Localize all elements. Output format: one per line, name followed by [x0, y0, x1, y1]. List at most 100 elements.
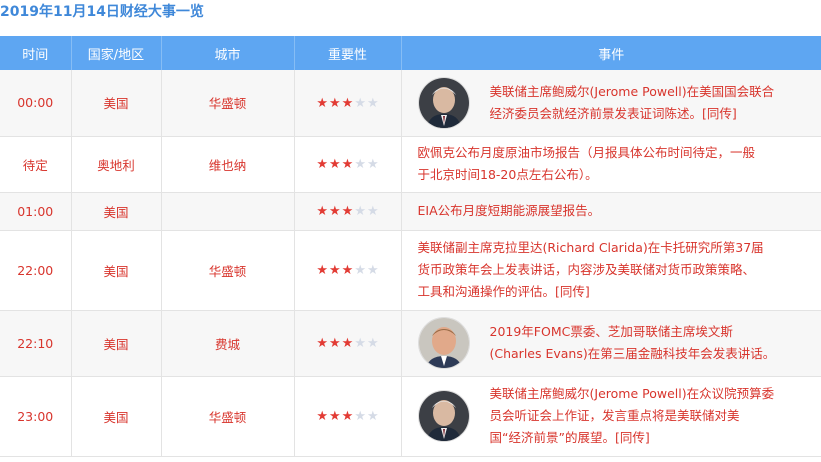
- star-empty-icon: ★: [366, 157, 379, 172]
- column-header-event: 事件: [401, 36, 821, 70]
- star-filled-icon: ★: [329, 263, 341, 278]
- importance-stars: ★ ★ ★ ★ ★: [316, 204, 378, 219]
- column-header-city: 城市: [161, 36, 295, 70]
- star-empty-icon: ★: [366, 336, 379, 351]
- cell-city: [161, 192, 295, 231]
- event-text-line: 2019年FOMC票委、芝加哥联储主席埃文斯: [489, 324, 733, 339]
- event-text: EIA公布月度短期能源展望报告。: [418, 200, 601, 222]
- page-title: 2019年11月14日财经大事一览: [0, 4, 204, 20]
- star-empty-icon: ★: [366, 95, 379, 111]
- events-table: 时间 国家/地区 城市 重要性 事件 00:00 美国 华盛顿 ★ ★ ★ ★ ★ 美联储主席鲍…: [0, 36, 821, 457]
- cell-event: 美联储副主席克拉里达(Richard Clarida)在卡托研究所第37届 货币政…: [401, 230, 821, 311]
- table-row: 22:00 美国 华盛顿 ★ ★ ★ ★ ★ 美联储副主席克拉里达(Richard Clarid…: [0, 230, 821, 311]
- event-text-line: (Charles Evans)在第三届金融科技年会发表讲话。: [489, 346, 776, 361]
- cell-time: 22:00: [0, 230, 72, 311]
- event-text: 美联储主席鲍威尔(Jerome Powell)在众议院预算委 员会听证会上作证，发…: [490, 383, 775, 449]
- powell-portrait-avatar: [417, 390, 470, 442]
- importance-stars: ★ ★ ★ ★ ★: [316, 96, 378, 111]
- star-empty-icon: ★: [354, 95, 366, 111]
- event-text-line: 货币政策年会上发表讲话，内容涉及美联储对货币政策策略、: [417, 262, 756, 277]
- star-empty-icon: ★: [354, 157, 366, 172]
- cell-time: 00:00: [0, 70, 72, 137]
- cell-importance: ★ ★ ★ ★ ★: [294, 136, 402, 193]
- event-content: 2019年FOMC票委、芝加哥联储主席埃文斯 (Charles Evans)在第三…: [402, 317, 821, 369]
- star-filled-icon: ★: [341, 95, 354, 111]
- star-filled-icon: ★: [316, 409, 329, 424]
- column-header-country: 国家/地区: [71, 36, 162, 70]
- event-text: 欧佩克公布月度原油市场报告（月报具体公布时间待定，一般 于北京时间18-20点左右…: [418, 142, 756, 186]
- table-row: 23:00 美国 华盛顿 ★ ★ ★ ★ ★ 美联储主席鲍威尔(Jerome Powell)在众…: [0, 376, 821, 457]
- event-text: 2019年FOMC票委、芝加哥联储主席埃文斯 (Charles Evans)在第三…: [490, 321, 776, 365]
- column-header-time: 时间: [0, 36, 72, 70]
- event-text: 美联储主席鲍威尔(Jerome Powell)在美国国会联合 经济委员会就经济前景…: [490, 81, 775, 125]
- star-filled-icon: ★: [329, 409, 341, 424]
- star-filled-icon: ★: [329, 204, 341, 219]
- column-header-importance: 重要性: [294, 36, 402, 70]
- cell-importance: ★ ★ ★ ★ ★: [294, 192, 402, 231]
- event-text-line: 美联储副主席克拉里达(Richard Clarida)在卡托研究所第37届: [417, 240, 764, 255]
- table-header-row: 时间 国家/地区 城市 重要性 事件: [0, 36, 821, 70]
- star-empty-icon: ★: [366, 204, 379, 219]
- event-text-line: 工具和沟通操作的评估。[同传]: [417, 284, 590, 299]
- event-content: EIA公布月度短期能源展望报告。: [402, 200, 821, 222]
- event-text-line: 员会听证会上作证，发言重点将是美联储对美: [489, 408, 740, 423]
- star-filled-icon: ★: [316, 95, 329, 111]
- event-text-line: 美联储主席鲍威尔(Jerome Powell)在美国国会联合: [489, 83, 775, 99]
- cell-country: 美国: [71, 310, 162, 377]
- star-empty-icon: ★: [366, 263, 379, 278]
- cell-city: 费城: [161, 310, 295, 377]
- event-text-line: 经济委员会就经济前景发表证词陈述。[同传]: [489, 105, 737, 121]
- evans-portrait-avatar: [417, 317, 470, 369]
- cell-country: 美国: [71, 70, 162, 137]
- star-filled-icon: ★: [316, 263, 329, 278]
- cell-time: 待定: [0, 136, 72, 193]
- event-text: 美联储副主席克拉里达(Richard Clarida)在卡托研究所第37届 货币政…: [418, 237, 764, 303]
- importance-stars: ★ ★ ★ ★ ★: [316, 336, 378, 351]
- cell-event: EIA公布月度短期能源展望报告。: [401, 192, 821, 231]
- table-row: 00:00 美国 华盛顿 ★ ★ ★ ★ ★ 美联储主席鲍威尔(Jerome Powell)在美…: [0, 70, 821, 137]
- event-content: 欧佩克公布月度原油市场报告（月报具体公布时间待定，一般 于北京时间18-20点左右…: [402, 142, 821, 186]
- star-empty-icon: ★: [354, 409, 366, 424]
- cell-event: 美联储主席鲍威尔(Jerome Powell)在美国国会联合 经济委员会就经济前景…: [401, 70, 821, 137]
- table-row: 待定 奥地利 维也纳 ★ ★ ★ ★ ★ 欧佩克公布月度原油市场报告（月报具体公布时间待定，一般…: [0, 136, 821, 193]
- cell-importance: ★ ★ ★ ★ ★: [294, 70, 402, 137]
- cell-time: 22:10: [0, 310, 72, 377]
- table-row: 01:00 美国 ★ ★ ★ ★ ★ EIA公布月度短期能源展望报告。: [0, 192, 821, 231]
- cell-importance: ★ ★ ★ ★ ★: [294, 310, 402, 377]
- cell-city: 华盛顿: [161, 376, 295, 457]
- star-empty-icon: ★: [354, 336, 366, 351]
- star-filled-icon: ★: [316, 336, 329, 351]
- importance-stars: ★ ★ ★ ★ ★: [316, 409, 378, 424]
- cell-city: 华盛顿: [161, 70, 295, 137]
- cell-time: 23:00: [0, 376, 72, 457]
- cell-city: 维也纳: [161, 136, 295, 193]
- star-filled-icon: ★: [316, 204, 329, 219]
- event-content: 美联储主席鲍威尔(Jerome Powell)在美国国会联合 经济委员会就经济前景…: [402, 76, 821, 129]
- event-text-line: 于北京时间18-20点左右公布）。: [417, 167, 598, 182]
- star-filled-icon: ★: [341, 263, 354, 278]
- star-filled-icon: ★: [341, 409, 354, 424]
- star-empty-icon: ★: [366, 409, 379, 424]
- star-filled-icon: ★: [329, 95, 341, 111]
- star-filled-icon: ★: [329, 336, 341, 351]
- page: 2019年11月14日财经大事一览 时间 国家/地区 城市 重要性 事件 00:…: [0, 0, 821, 462]
- event-text-line: 欧佩克公布月度原油市场报告（月报具体公布时间待定，一般: [417, 145, 756, 160]
- cell-importance: ★ ★ ★ ★ ★: [294, 376, 402, 457]
- cell-event: 美联储主席鲍威尔(Jerome Powell)在众议院预算委 员会听证会上作证，发…: [401, 376, 821, 457]
- cell-event: 欧佩克公布月度原油市场报告（月报具体公布时间待定，一般 于北京时间18-20点左右…: [401, 136, 821, 193]
- event-text-line: 美联储主席鲍威尔(Jerome Powell)在众议院预算委: [489, 386, 775, 401]
- powell-portrait-avatar: [417, 76, 470, 129]
- star-filled-icon: ★: [341, 204, 354, 219]
- star-filled-icon: ★: [341, 157, 354, 172]
- event-text-line: EIA公布月度短期能源展望报告。: [417, 203, 601, 218]
- cell-country: 美国: [71, 230, 162, 311]
- event-content: 美联储主席鲍威尔(Jerome Powell)在众议院预算委 员会听证会上作证，发…: [402, 383, 821, 449]
- cell-importance: ★ ★ ★ ★ ★: [294, 230, 402, 311]
- cell-city: 华盛顿: [161, 230, 295, 311]
- star-empty-icon: ★: [354, 263, 366, 278]
- star-empty-icon: ★: [354, 204, 366, 219]
- cell-country: 美国: [71, 376, 162, 457]
- cell-country: 美国: [71, 192, 162, 231]
- importance-stars: ★ ★ ★ ★ ★: [316, 157, 378, 172]
- cell-time: 01:00: [0, 192, 72, 231]
